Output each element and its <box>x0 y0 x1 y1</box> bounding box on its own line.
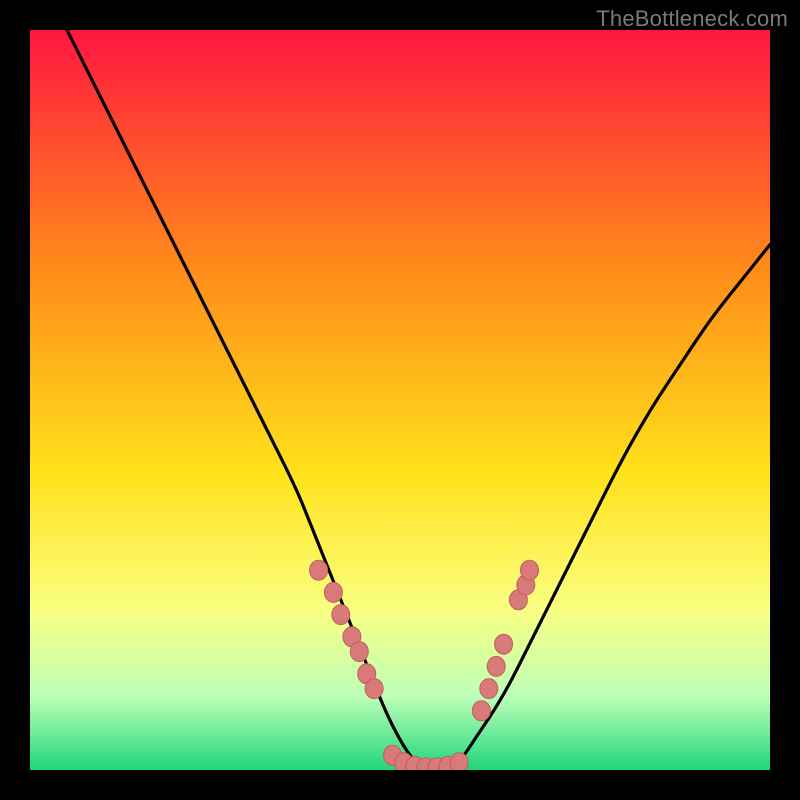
plot-area <box>30 30 770 770</box>
plot-svg <box>30 30 770 770</box>
watermark-text: TheBottleneck.com <box>596 6 788 32</box>
data-marker <box>310 560 328 580</box>
data-marker <box>350 642 368 662</box>
data-marker <box>365 679 383 699</box>
data-marker <box>495 634 513 654</box>
data-marker <box>450 753 468 770</box>
data-marker <box>480 679 498 699</box>
data-marker <box>472 701 490 721</box>
data-marker <box>332 605 350 625</box>
data-marker <box>487 656 505 676</box>
data-marker <box>324 582 342 602</box>
data-marker <box>521 560 539 580</box>
gradient-background <box>30 30 770 770</box>
chart-stage: TheBottleneck.com <box>0 0 800 800</box>
